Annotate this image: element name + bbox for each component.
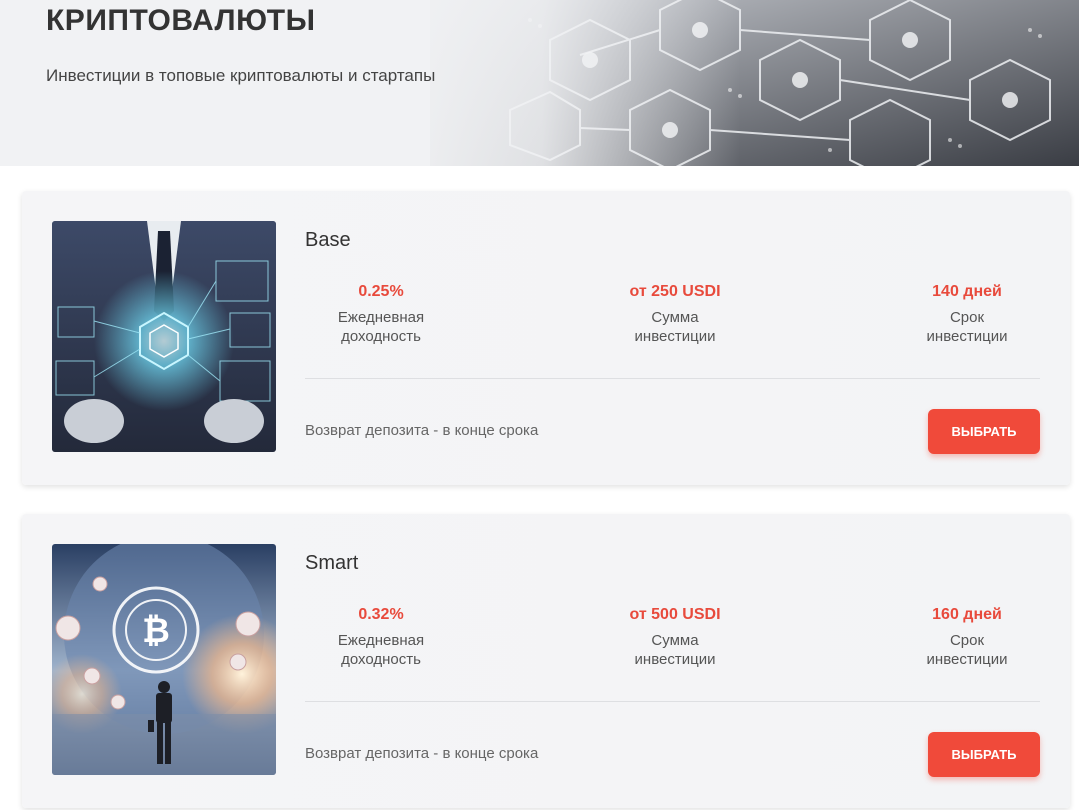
stat-label: Сумма инвестиции <box>634 309 716 345</box>
stat-daily-yield: 0.25% Ежедневная доходность <box>281 281 481 346</box>
svg-text:₿: ₿ <box>142 612 170 650</box>
stat-value: от 500 USDI <box>629 606 721 623</box>
stat-daily-yield: 0.32% Ежедневная доходность <box>281 604 481 669</box>
plan-image-base <box>52 221 276 452</box>
stat-value: 140 дней <box>932 283 1002 300</box>
deposit-note: Возврат депозита - в конце срока <box>305 745 539 762</box>
plan-image-smart: ₿ <box>52 544 276 775</box>
stat-value: от 250 USDI <box>629 283 721 300</box>
stat-value: 160 дней <box>932 606 1002 623</box>
plan-card-base: Base 0.25% Ежедневная доходность от 250 … <box>22 191 1070 485</box>
hero-banner: КРИПТОВАЛЮТЫ Инвестиции в топовые крипто… <box>0 0 1079 166</box>
stat-label: Ежедневная доходность <box>337 309 425 345</box>
deposit-note: Возврат депозита - в конце срока <box>305 422 539 439</box>
choose-button-smart[interactable]: ВЫБРАТЬ <box>928 732 1040 777</box>
choose-button-base[interactable]: ВЫБРАТЬ <box>928 409 1040 454</box>
stat-value: 0.25% <box>358 283 404 300</box>
stat-value: 0.32% <box>358 606 404 623</box>
stat-label: Срок инвестиции <box>926 309 1008 345</box>
stat-investment-amount: от 500 USDI Сумма инвестиции <box>575 604 775 669</box>
stat-investment-term: 140 дней Срок инвестиции <box>867 281 1067 346</box>
stat-investment-term: 160 дней Срок инвестиции <box>867 604 1067 669</box>
page-subtitle: Инвестиции в топовые криптовалюты и стар… <box>46 66 436 85</box>
page-title: КРИПТОВАЛЮТЫ <box>46 4 316 37</box>
plan-name: Base <box>305 229 351 251</box>
stat-label: Срок инвестиции <box>926 632 1008 668</box>
stat-investment-amount: от 250 USDI Сумма инвестиции <box>575 281 775 346</box>
plan-name: Smart <box>305 552 359 574</box>
card-divider <box>305 701 1040 702</box>
card-divider <box>305 378 1040 379</box>
plan-card-smart: ₿ Smart 0.32% Ежедневная доходность от 5… <box>22 514 1070 808</box>
stat-label: Сумма инвестиции <box>634 632 716 668</box>
stat-label: Ежедневная доходность <box>337 632 425 668</box>
